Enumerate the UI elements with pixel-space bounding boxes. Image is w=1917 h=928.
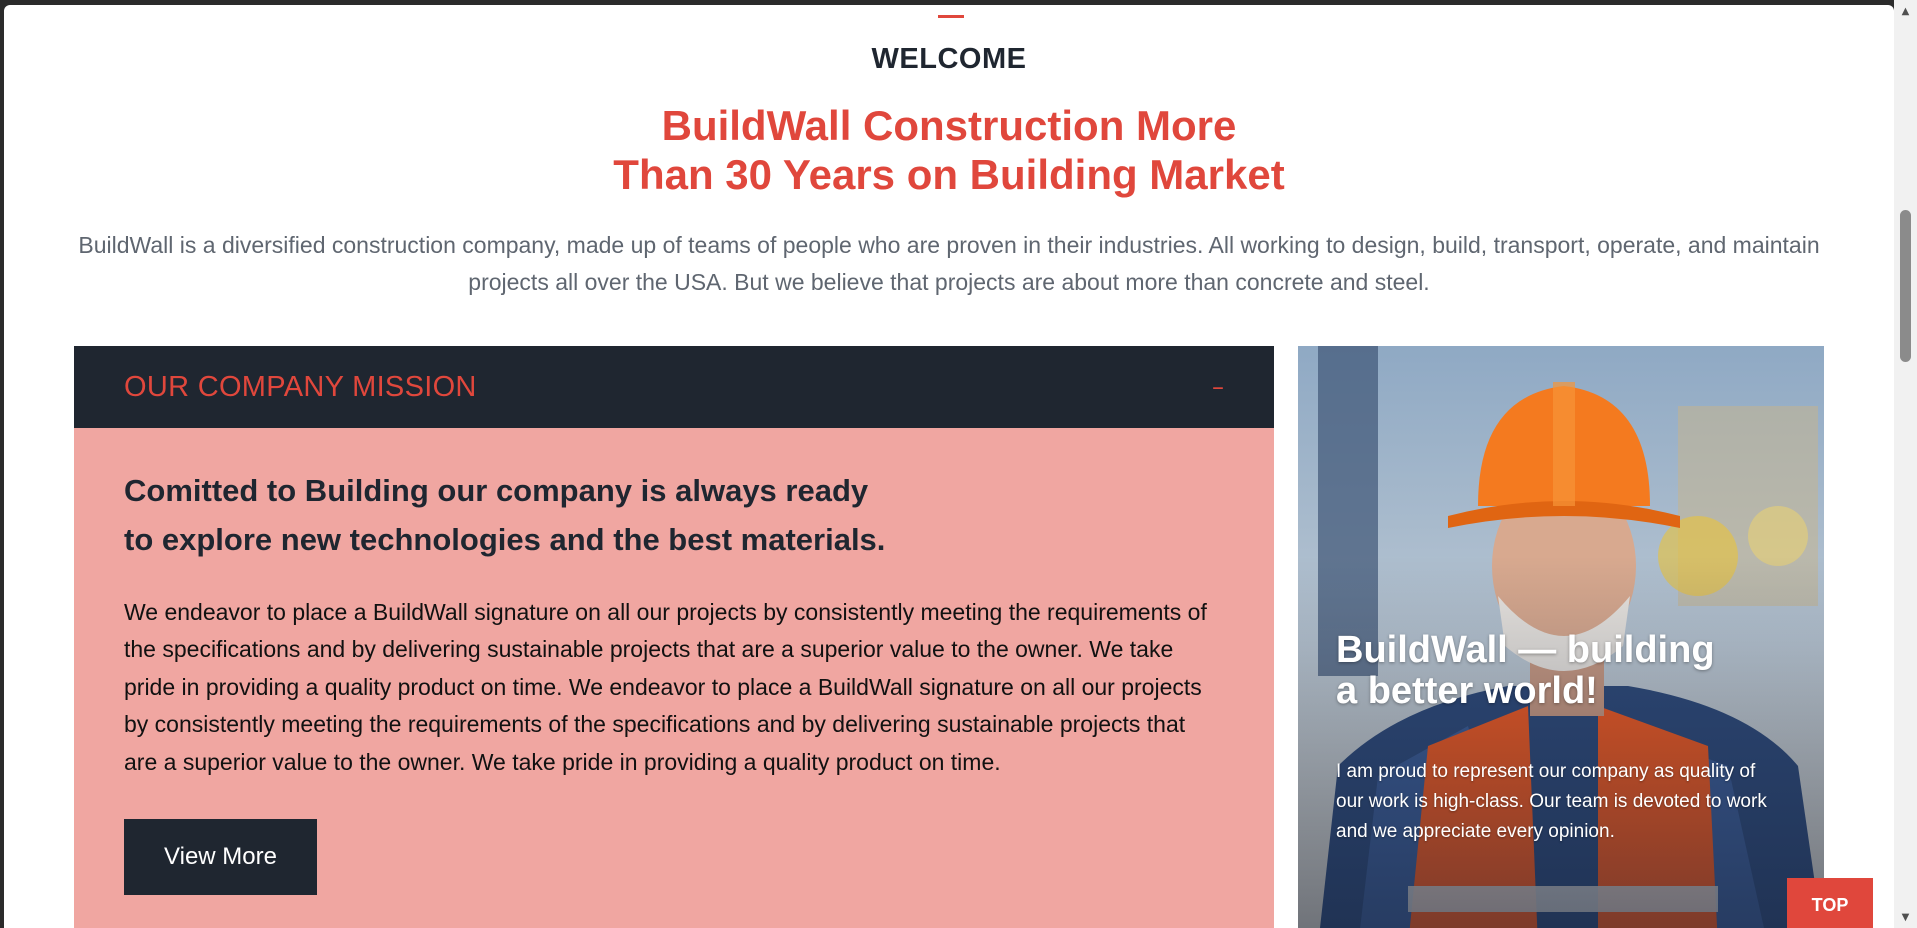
- view-more-button[interactable]: View More: [124, 819, 317, 896]
- mission-heading: Comitted to Building our company is alwa…: [124, 466, 1224, 564]
- promo-title-line-1: BuildWall — building: [1336, 629, 1715, 671]
- mission-heading-line-2: to explore new technologies and the best…: [124, 522, 886, 557]
- mission-accordion-body: Comitted to Building our company is alwa…: [74, 428, 1274, 928]
- mission-accordion-header[interactable]: OUR COMPANY MISSION –: [74, 346, 1274, 428]
- mission-accordion: OUR COMPANY MISSION – Comitted to Buildi…: [74, 346, 1274, 928]
- promo-title: BuildWall — building a better world!: [1336, 630, 1715, 712]
- page-title-line-1: BuildWall Construction More: [661, 102, 1237, 149]
- back-to-top-button[interactable]: TOP: [1787, 878, 1873, 928]
- browser-frame: WELCOME BuildWall Construction More Than…: [0, 0, 1917, 928]
- scroll-down-arrow-icon[interactable]: ▼: [1894, 908, 1917, 926]
- page-title: BuildWall Construction More Than 30 Year…: [4, 101, 1894, 199]
- section-label-welcome: WELCOME: [871, 43, 1027, 75]
- mission-heading-line-1: Comitted to Building our company is alwa…: [124, 473, 869, 508]
- page-title-line-2: Than 30 Years on Building Market: [613, 151, 1285, 198]
- intro-paragraph: BuildWall is a diversified construction …: [78, 232, 1820, 295]
- promo-text: I am proud to represent our company as q…: [1336, 761, 1767, 842]
- scrollbar-thumb[interactable]: [1900, 210, 1911, 362]
- page-viewport: WELCOME BuildWall Construction More Than…: [4, 5, 1894, 928]
- scroll-up-arrow-icon[interactable]: ▲: [1894, 2, 1917, 20]
- mission-paragraph: We endeavor to place a BuildWall signatu…: [124, 599, 1207, 775]
- collapse-minus-icon[interactable]: –: [1212, 373, 1224, 401]
- promo-title-line-2: a better world!: [1336, 670, 1598, 712]
- mission-accordion-title: OUR COMPANY MISSION: [124, 370, 477, 403]
- vertical-scrollbar[interactable]: ▲ ▼: [1894, 0, 1917, 928]
- promo-card: BuildWall — building a better world! I a…: [1298, 346, 1824, 928]
- section-accent-dash: [938, 15, 964, 18]
